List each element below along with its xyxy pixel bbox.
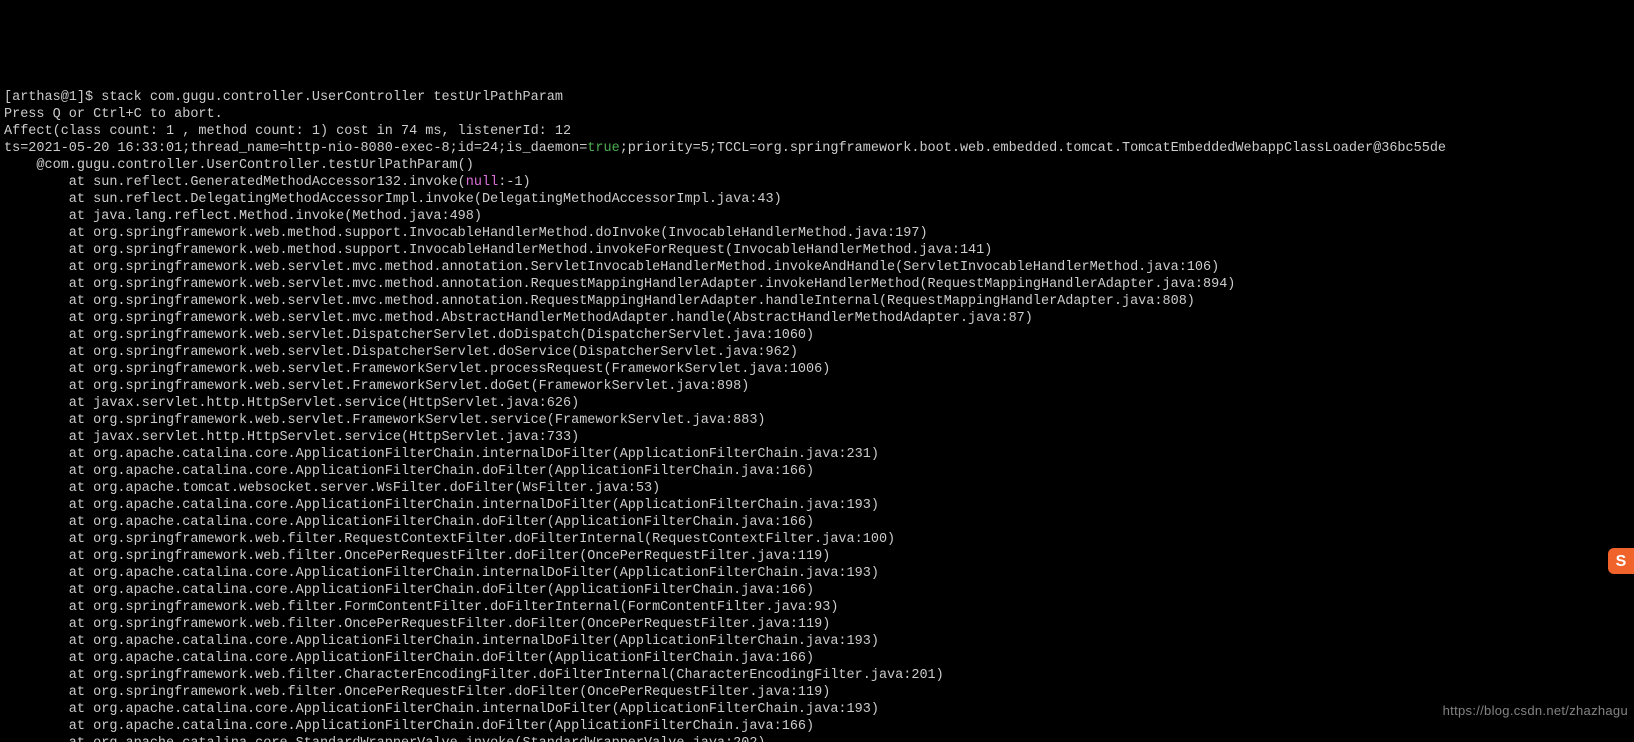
side-tool-icon[interactable]: S [1608,548,1634,574]
stack-frame: at org.springframework.web.filter.FormCo… [4,600,838,615]
abort-hint: Press Q or Ctrl+C to abort. [4,107,223,122]
stack-frame: at org.apache.catalina.core.ApplicationF… [4,566,879,581]
stack-frame: at sun.reflect.DelegatingMethodAccessorI… [4,192,782,207]
stack-frame: at org.springframework.web.servlet.mvc.m… [4,277,1235,292]
stack-frame: at org.springframework.web.method.suppor… [4,226,928,241]
null-token: null [466,175,498,190]
stack-frame: at org.springframework.web.filter.Charac… [4,668,944,683]
watermark-text: https://blog.csdn.net/zhazhagu [1443,702,1628,719]
stack-frame: at javax.servlet.http.HttpServlet.servic… [4,396,579,411]
affect-line: Affect(class count: 1 , method count: 1)… [4,124,571,139]
stack-frame: at org.springframework.web.servlet.Frame… [4,362,830,377]
stack-frame: at org.springframework.web.servlet.mvc.m… [4,260,1219,275]
stack-frame: at org.springframework.web.servlet.mvc.m… [4,294,1195,309]
stack-frame: at org.apache.catalina.core.StandardWrap… [4,736,766,742]
stack-frame: at org.apache.catalina.core.ApplicationF… [4,464,814,479]
thread-info-line: ts=2021-05-20 16:33:01;thread_name=http-… [4,141,1446,156]
stack-frame: at org.springframework.web.servlet.Dispa… [4,328,814,343]
thread-info-suffix: ;priority=5;TCCL=org.springframework.boo… [620,141,1446,156]
stack-frame: at org.springframework.web.servlet.Frame… [4,379,749,394]
stack-frame: at java.lang.reflect.Method.invoke(Metho… [4,209,482,224]
stack-frame: at org.apache.catalina.core.ApplicationF… [4,702,879,717]
stack-frame: at org.springframework.web.method.suppor… [4,243,992,258]
stack-frame: at org.apache.catalina.core.ApplicationF… [4,447,879,462]
stack-frame: at org.springframework.web.filter.Reques… [4,532,895,547]
stack-frame: at org.apache.catalina.core.ApplicationF… [4,515,814,530]
stack-frame-first: at sun.reflect.GeneratedMethodAccessor13… [4,175,531,190]
stack-frame: at org.apache.catalina.core.ApplicationF… [4,634,879,649]
prompt-line: [arthas@1]$ stack com.gugu.controller.Us… [4,90,563,105]
stack-frame: at javax.servlet.http.HttpServlet.servic… [4,430,579,445]
stack-frame: at org.apache.catalina.core.ApplicationF… [4,583,814,598]
prompt-prefix: [arthas@1]$ [4,90,101,105]
entry-method-line: @com.gugu.controller.UserController.test… [4,158,474,173]
stack-frame: at org.apache.tomcat.websocket.server.Ws… [4,481,660,496]
stack-frame: at org.apache.catalina.core.ApplicationF… [4,651,814,666]
stack-frame: at org.springframework.web.servlet.Dispa… [4,345,798,360]
frame-suffix: :-1) [498,175,530,190]
terminal-output[interactable]: [arthas@1]$ stack com.gugu.controller.Us… [0,85,1634,742]
stack-frame: at org.springframework.web.servlet.Frame… [4,413,766,428]
thread-info-prefix: ts=2021-05-20 16:33:01;thread_name=http-… [4,141,587,156]
side-tool-label: S [1616,553,1627,570]
command-text: stack com.gugu.controller.UserController… [101,90,563,105]
daemon-value: true [587,141,619,156]
stack-frame: at org.springframework.web.filter.OncePe… [4,617,830,632]
frame-prefix: at sun.reflect.GeneratedMethodAccessor13… [4,175,466,190]
stack-frame: at org.springframework.web.filter.OncePe… [4,685,830,700]
stack-frame: at org.apache.catalina.core.ApplicationF… [4,498,879,513]
stack-frame: at org.springframework.web.filter.OncePe… [4,549,830,564]
stack-frame: at org.apache.catalina.core.ApplicationF… [4,719,814,734]
stack-frame: at org.springframework.web.servlet.mvc.m… [4,311,1033,326]
